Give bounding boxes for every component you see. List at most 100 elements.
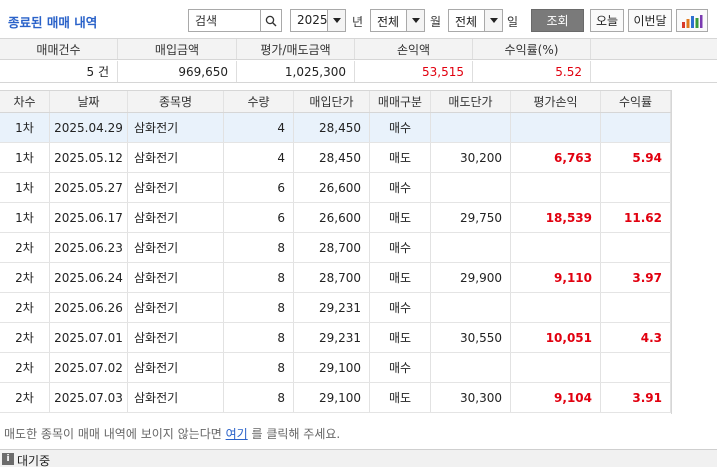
cell-type: 매수 <box>370 233 431 262</box>
cell-rate: 3.91 <box>601 383 671 412</box>
day-select[interactable]: 전체 <box>448 9 503 32</box>
top-toolbar: 종료된 매매 내역 2025 년 전체 월 전체 일 조회 오늘 이번달 <box>0 0 717 38</box>
cell-date: 2025.05.12 <box>50 143 128 172</box>
cell-name: 삼화전기 <box>128 233 224 262</box>
today-button[interactable]: 오늘 <box>590 9 624 32</box>
cell-name: 삼화전기 <box>128 293 224 322</box>
table-row[interactable]: 1차 2025.05.27 삼화전기 6 26,600 매수 <box>0 173 671 203</box>
col-name[interactable]: 종목명 <box>128 91 224 112</box>
cell-sell-price: 30,550 <box>431 323 511 352</box>
table-row[interactable]: 1차 2025.04.29 삼화전기 4 28,450 매수 <box>0 113 671 143</box>
cell-type: 매도 <box>370 143 431 172</box>
cell-profit: 10,051 <box>511 323 601 352</box>
search-box[interactable] <box>188 9 282 32</box>
col-qty[interactable]: 수량 <box>224 91 294 112</box>
cell-name: 삼화전기 <box>128 113 224 142</box>
cell-name: 삼화전기 <box>128 263 224 292</box>
cell-round: 2차 <box>0 233 50 262</box>
col-buy-price[interactable]: 매입단가 <box>294 91 370 112</box>
query-button[interactable]: 조회 <box>531 9 584 32</box>
cell-round: 2차 <box>0 383 50 412</box>
month-select-value: 전체 <box>377 15 400 29</box>
chart-button[interactable] <box>676 9 708 32</box>
cell-rate: 4.3 <box>601 323 671 352</box>
cell-name: 삼화전기 <box>128 203 224 232</box>
cell-date: 2025.04.29 <box>50 113 128 142</box>
summary-row: 5 건 969,650 1,025,300 53,515 5.52 <box>0 61 717 83</box>
summary-rate: 5.52 <box>473 61 591 82</box>
cell-type: 매수 <box>370 353 431 382</box>
grid-header: 차수 날짜 종목명 수량 매입단가 매매구분 매도단가 평가손익 수익률 <box>0 90 671 113</box>
this-month-button[interactable]: 이번달 <box>628 9 672 32</box>
table-row[interactable]: 2차 2025.06.23 삼화전기 8 28,700 매수 <box>0 233 671 263</box>
cell-name: 삼화전기 <box>128 383 224 412</box>
search-button[interactable] <box>260 10 281 31</box>
cell-qty: 8 <box>224 293 294 322</box>
chevron-down-icon[interactable] <box>484 10 502 31</box>
cell-type: 매도 <box>370 203 431 232</box>
cell-round: 2차 <box>0 323 50 352</box>
col-rate[interactable]: 수익률 <box>601 91 671 112</box>
cell-type: 매수 <box>370 173 431 202</box>
cell-type: 매도 <box>370 323 431 352</box>
grid-side-panel <box>671 90 717 414</box>
month-select[interactable]: 전체 <box>370 9 425 32</box>
summary-col-sell: 평가/매도금액 <box>237 39 355 59</box>
col-round[interactable]: 차수 <box>0 91 50 112</box>
col-type[interactable]: 매매구분 <box>370 91 431 112</box>
cell-buy-price: 29,231 <box>294 323 370 352</box>
cell-type: 매도 <box>370 383 431 412</box>
summary-count: 5 건 <box>0 61 118 82</box>
table-row[interactable]: 2차 2025.07.02 삼화전기 8 29,100 매수 <box>0 353 671 383</box>
chevron-down-icon[interactable] <box>406 10 424 31</box>
table-row[interactable]: 1차 2025.06.17 삼화전기 6 26,600 매도 29,750 18,539 11.… <box>0 203 671 233</box>
cell-profit <box>511 353 601 382</box>
col-sell-price[interactable]: 매도단가 <box>431 91 511 112</box>
cell-qty: 8 <box>224 233 294 262</box>
footer-note-link[interactable]: 여기 <box>226 427 248 441</box>
col-date[interactable]: 날짜 <box>50 91 128 112</box>
status-text: 대기중 <box>17 454 51 467</box>
cell-type: 매도 <box>370 263 431 292</box>
cell-rate <box>601 353 671 382</box>
table-row[interactable]: 2차 2025.07.03 삼화전기 8 29,100 매도 30,300 9,104 3.91 <box>0 383 671 413</box>
table-row[interactable]: 2차 2025.06.24 삼화전기 8 28,700 매도 29,900 9,110 3.97 <box>0 263 671 293</box>
footer-note: 매도한 종목이 매매 내역에 보이지 않는다면 여기 를 클릭해 주세요. <box>4 425 340 442</box>
summary-table: 매매건수 매입금액 평가/매도금액 손익액 수익률(%) 5 건 969,650… <box>0 38 717 84</box>
bar-chart-icon <box>682 14 703 28</box>
cell-qty: 8 <box>224 263 294 292</box>
footer-note-text-end: 를 클릭해 주세요. <box>247 427 341 441</box>
cell-round: 1차 <box>0 113 50 142</box>
page-title: 종료된 매매 내역 <box>8 15 98 30</box>
cell-profit <box>511 173 601 202</box>
cell-buy-price: 28,450 <box>294 113 370 142</box>
cell-sell-price <box>431 293 511 322</box>
grid-body: 1차 2025.04.29 삼화전기 4 28,450 매수 1차 2025.05.12 삼화전… <box>0 113 671 413</box>
cell-type: 매수 <box>370 113 431 142</box>
summary-col-profit: 손익액 <box>355 39 473 59</box>
table-row[interactable]: 1차 2025.05.12 삼화전기 4 28,450 매도 30,200 6,763 5.94 <box>0 143 671 173</box>
year-label: 년 <box>352 15 364 29</box>
cell-rate <box>601 293 671 322</box>
cell-buy-price: 26,600 <box>294 173 370 202</box>
cell-name: 삼화전기 <box>128 173 224 202</box>
search-input[interactable] <box>189 10 261 31</box>
table-row[interactable]: 2차 2025.07.01 삼화전기 8 29,231 매도 30,550 10,051 4.3 <box>0 323 671 353</box>
cell-rate <box>601 113 671 142</box>
table-row[interactable]: 2차 2025.06.26 삼화전기 8 29,231 매수 <box>0 293 671 323</box>
summary-buy-amount: 969,650 <box>118 61 237 82</box>
cell-qty: 6 <box>224 203 294 232</box>
cell-profit <box>511 233 601 262</box>
summary-col-empty <box>591 39 717 59</box>
summary-col-rate: 수익률(%) <box>473 39 591 59</box>
cell-round: 2차 <box>0 293 50 322</box>
cell-sell-price <box>431 173 511 202</box>
status-bar: i 대기중 <box>0 449 717 467</box>
chevron-down-icon[interactable] <box>327 10 345 31</box>
cell-qty: 8 <box>224 323 294 352</box>
cell-qty: 8 <box>224 353 294 382</box>
summary-col-count: 매매건수 <box>0 39 118 59</box>
col-profit[interactable]: 평가손익 <box>511 91 601 112</box>
cell-buy-price: 29,100 <box>294 353 370 382</box>
year-select[interactable]: 2025 <box>290 9 346 32</box>
